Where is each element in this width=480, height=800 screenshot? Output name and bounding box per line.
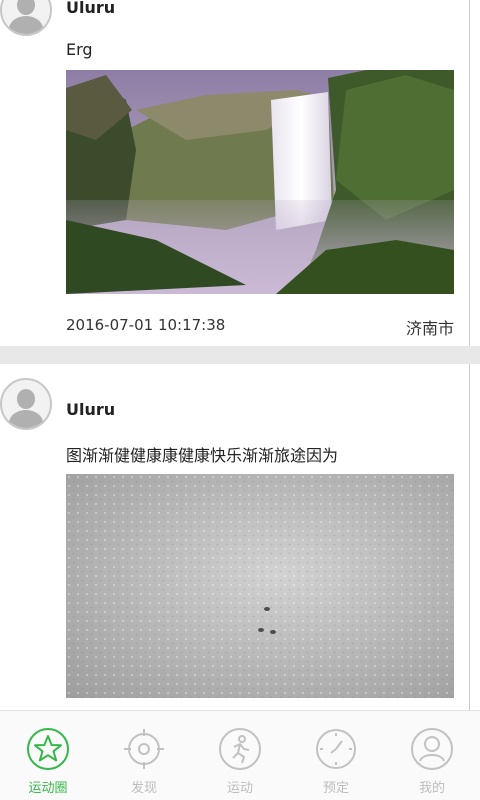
compass-icon (124, 729, 164, 769)
card-border (469, 0, 470, 346)
post-text: Erg (66, 40, 93, 59)
waterfall-image (66, 70, 454, 294)
avatar-head-shape (17, 389, 35, 409)
post-username[interactable]: Uluru (66, 400, 115, 419)
post-username[interactable]: Uluru (66, 0, 115, 17)
avatar[interactable] (0, 378, 52, 430)
feed-list[interactable]: Uluru Erg 2016-07-01 10:17:38 济南市 Uluru … (0, 0, 480, 710)
feed-post[interactable]: Uluru 图渐渐健健康康健康快乐渐渐旅途因为 (0, 370, 480, 710)
tab-label: 运动圈 (28, 781, 68, 796)
tab-sport[interactable]: 运动 (192, 719, 288, 799)
card-border (469, 364, 470, 710)
tab-moments[interactable]: 运动圈 (0, 719, 96, 799)
avatar-body-shape (9, 410, 43, 428)
feed-post[interactable]: Uluru Erg 2016-07-01 10:17:38 济南市 (0, 0, 480, 346)
tab-booking[interactable]: 预定 (288, 719, 384, 799)
tab-label: 运动 (226, 781, 253, 796)
user-icon (411, 728, 453, 770)
tab-label: 发现 (130, 781, 157, 796)
avatar[interactable] (0, 0, 52, 36)
tab-discover[interactable]: 发现 (96, 719, 192, 799)
post-timestamp: 2016-07-01 10:17:38 (66, 316, 226, 334)
avatar-head-shape (17, 0, 35, 15)
bottom-tab-bar: 运动圈 发现 运动 预定 我的 (0, 710, 480, 800)
post-text: 图渐渐健健康康健康快乐渐渐旅途因为 (66, 446, 339, 465)
post-photo[interactable] (66, 474, 454, 698)
clock-icon (316, 729, 356, 769)
tab-label: 预定 (322, 781, 349, 796)
post-location: 济南市 (405, 319, 454, 338)
avatar-body-shape (9, 16, 43, 34)
tab-mine[interactable]: 我的 (384, 719, 480, 799)
post-photo[interactable] (66, 70, 454, 294)
tab-label: 我的 (418, 781, 445, 796)
textured-surface-image (66, 474, 454, 698)
post-separator (0, 346, 480, 364)
runner-icon (219, 728, 261, 770)
star-icon (27, 728, 69, 770)
